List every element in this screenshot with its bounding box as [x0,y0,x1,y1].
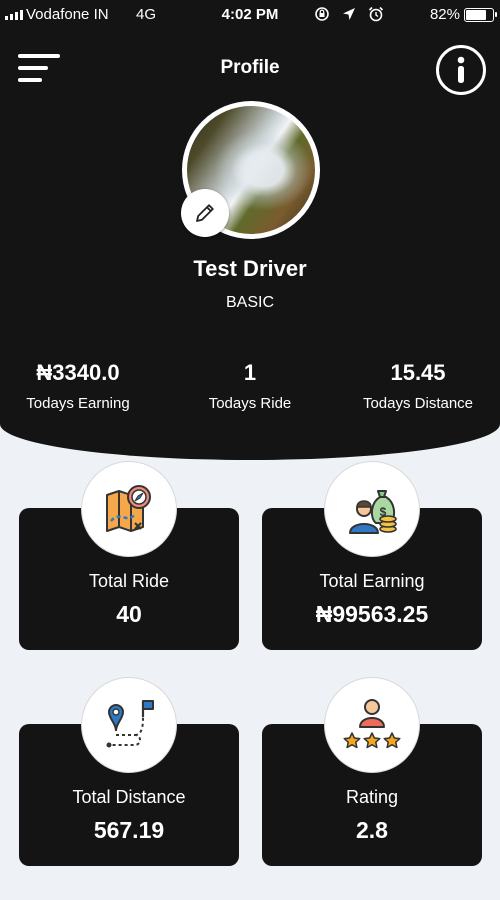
page-title: Profile [220,57,280,78]
battery-icon [464,8,497,22]
money-bag-icon: $ [324,461,420,557]
pencil-icon [196,204,214,222]
info-button[interactable] [436,45,486,95]
card-label: Total Ride [88,571,170,591]
today-earning-stat: ₦3340.0 Todays Earning [0,360,163,412]
alarm-icon [368,6,384,26]
route-icon [81,677,177,773]
today-distance-label: Todays Distance [362,395,474,412]
edit-photo-button[interactable] [181,189,229,237]
map-compass-icon [81,461,177,557]
today-ride-stat: 1 Todays Ride [165,360,335,412]
info-icon [457,56,465,83]
card-label: Rating [345,787,399,807]
battery-level-fill [466,10,486,20]
status-time: 4:02 PM [221,6,279,23]
status-bar: Vodafone IN 4G 4:02 PM 82% [0,0,500,30]
today-distance-value: 15.45 [390,360,446,385]
today-distance-stat: 15.45 Todays Distance [333,360,500,412]
driver-name: Test Driver [193,256,307,281]
card-value: 567.19 [93,817,165,843]
star-rating-icon [324,677,420,773]
rotation-lock-icon [314,6,330,26]
today-earning-label: Todays Earning [26,395,130,412]
battery-percent: 82% [429,6,460,23]
card-value: 40 [116,601,142,627]
location-arrow-icon [342,7,356,25]
driver-plan: BASIC [225,294,274,311]
today-ride-label: Todays Ride [208,395,292,412]
today-earning-value: ₦3340.0 [36,360,120,385]
card-value: 2.8 [356,817,388,843]
card-value: ₦99563.25 [315,601,429,627]
today-ride-value: 1 [243,360,257,385]
card-label: Total Distance [72,787,186,807]
card-label: Total Earning [319,571,425,591]
